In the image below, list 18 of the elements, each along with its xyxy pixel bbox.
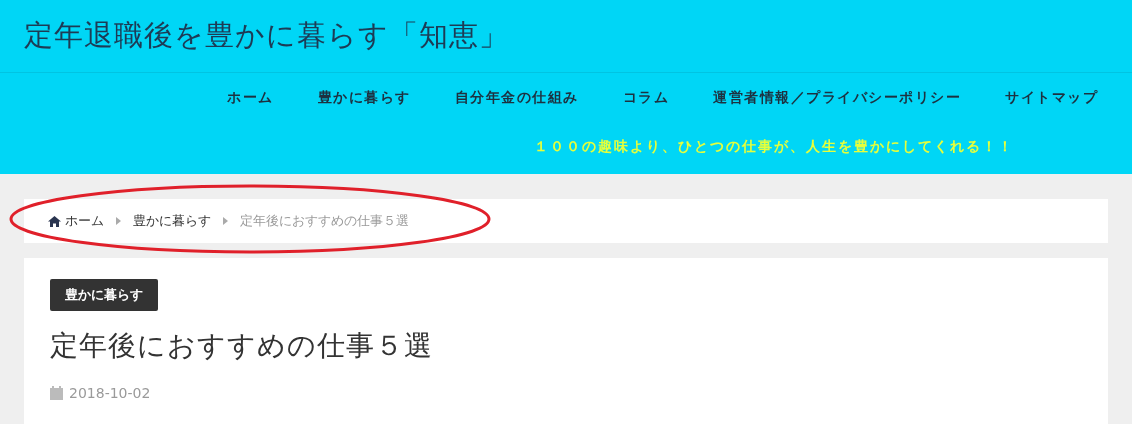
site-title[interactable]: 定年退職後を豊かに暮らす「知恵」	[24, 14, 509, 58]
post-date: 2018-10-02	[69, 383, 151, 403]
nav-link[interactable]: 自分年金の仕組み	[454, 87, 579, 108]
nav-link[interactable]: サイトマップ	[1005, 87, 1098, 108]
article-title: 定年後におすすめの仕事５選	[50, 327, 434, 364]
breadcrumb-link[interactable]: ホーム	[65, 211, 104, 231]
current-page-label: 定年後におすすめの仕事５選	[240, 212, 409, 231]
nav-link[interactable]: 豊かに暮らす	[317, 87, 411, 108]
home-icon	[48, 215, 61, 227]
nav-link[interactable]: コラム	[622, 87, 669, 108]
calendar-icon	[50, 386, 63, 400]
nav-link[interactable]: 運営者情報／プライバシーポリシー	[713, 87, 961, 108]
category-tag[interactable]: 豊かに暮らす	[50, 279, 158, 311]
caret-icon	[116, 217, 121, 225]
caret-icon	[223, 217, 228, 225]
nav-link[interactable]: ホーム	[227, 87, 274, 108]
breadcrumb-link[interactable]: 豊かに暮らす	[133, 211, 211, 231]
tagline: １００の趣味より、ひとつの仕事が、人生を豊かにしてくれる！！	[534, 137, 1014, 156]
